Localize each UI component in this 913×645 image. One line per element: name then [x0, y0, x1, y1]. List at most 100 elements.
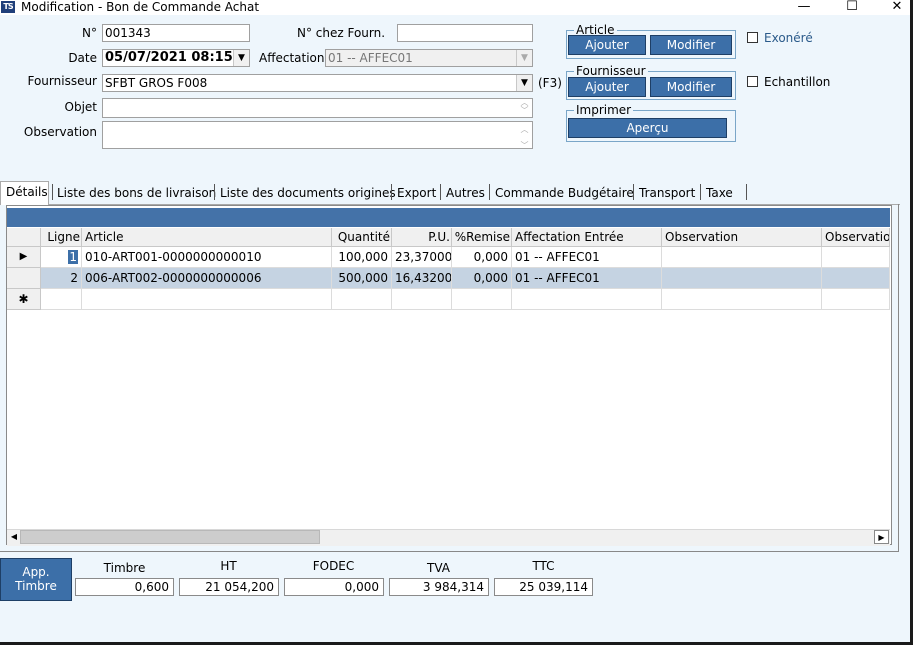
- tab-divider: [489, 184, 490, 200]
- fodec-label: FODEC: [312, 559, 355, 573]
- table-row[interactable]: 1: [41, 247, 82, 268]
- article-edit-button[interactable]: Modifier: [650, 35, 732, 55]
- tab-divider: [440, 184, 441, 200]
- cell-affectation[interactable]: 01 -- AFFEC01: [512, 268, 662, 289]
- cell-pu[interactable]: 23,37000: [392, 247, 452, 268]
- no-label: N°: [82, 26, 97, 40]
- new-row-cell[interactable]: [822, 289, 890, 310]
- tab-divider: [633, 184, 634, 200]
- col-affectation[interactable]: Affectation Entrée: [512, 228, 662, 247]
- tab-documents-origines[interactable]: Liste des documents origines: [220, 182, 396, 204]
- tab-autres[interactable]: Autres: [446, 182, 485, 204]
- tab-commande-budgetaire[interactable]: Commande Budgétaire: [495, 182, 634, 204]
- new-row-cell[interactable]: [82, 289, 332, 310]
- minimize-icon[interactable]: —: [789, 0, 819, 15]
- tab-divider: [214, 184, 215, 200]
- cell-ligne[interactable]: 1: [68, 250, 78, 264]
- no-fourn-label: N° chez Fourn.: [297, 26, 386, 40]
- objet-field[interactable]: ︿ ﹀: [102, 98, 533, 118]
- fournisseur-value: SFBT GROS F008: [105, 76, 208, 90]
- cell-article[interactable]: 006-ART002-0000000000006: [82, 268, 332, 289]
- col-observation-2[interactable]: Observation: [822, 228, 890, 247]
- tab-export[interactable]: Export: [397, 182, 436, 204]
- new-row-cell[interactable]: [392, 289, 452, 310]
- affectation-select: 01 -- AFFEC01 ▼: [325, 49, 533, 67]
- no-field[interactable]: 001343: [102, 24, 250, 42]
- col-article[interactable]: Article: [82, 228, 332, 247]
- ht-field: 21 054,200: [179, 578, 279, 596]
- timbre-field: 0,600: [75, 578, 174, 596]
- date-dropdown-icon[interactable]: ▼: [233, 50, 249, 66]
- maximize-icon[interactable]: ☐: [837, 0, 867, 15]
- new-row-cell[interactable]: [332, 289, 392, 310]
- affectation-dropdown-icon: ▼: [516, 50, 532, 66]
- tab-transport[interactable]: Transport: [639, 182, 695, 204]
- cell-observation[interactable]: [662, 268, 822, 289]
- cell-observation[interactable]: [662, 247, 822, 268]
- tva-field: 3 984,314: [389, 578, 489, 596]
- grid-corner: [7, 228, 41, 247]
- cell-quantite[interactable]: 100,000: [332, 247, 392, 268]
- observation-scroll-icon[interactable]: ︿ ﹀: [518, 126, 531, 149]
- window-title: Modification - Bon de Commande Achat: [21, 0, 260, 14]
- fodec-field: 0,000: [284, 578, 384, 596]
- cell-observation-2[interactable]: [822, 268, 890, 289]
- fournisseur-label: Fournisseur: [27, 74, 97, 88]
- exonere-checkbox[interactable]: [747, 32, 758, 43]
- date-field[interactable]: 05/07/2021 08:15: ▼: [102, 49, 250, 67]
- scroll-left-icon[interactable]: ◀: [8, 531, 20, 543]
- tab-details[interactable]: Détails: [6, 181, 48, 203]
- objet-scroll-icon[interactable]: ︿ ﹀: [518, 99, 531, 115]
- echantillon-label: Echantillon: [764, 75, 831, 89]
- objet-label: Objet: [64, 100, 97, 114]
- tab-bons-livraison[interactable]: Liste des bons de livraison: [57, 182, 216, 204]
- row-selector-icon[interactable]: ▶: [7, 247, 41, 268]
- observation-field[interactable]: ︿ ﹀: [102, 121, 533, 149]
- ttc-label: TTC: [532, 559, 555, 573]
- new-row-cell[interactable]: [662, 289, 822, 310]
- cell-quantite[interactable]: 500,000: [332, 268, 392, 289]
- affectation-label: Affectation: [259, 51, 325, 65]
- app-timbre-button[interactable]: App. Timbre: [0, 558, 72, 601]
- close-icon[interactable]: ✕: [882, 0, 912, 15]
- preview-button[interactable]: Aperçu: [568, 118, 727, 138]
- scroll-right-icon[interactable]: ▶: [874, 530, 889, 544]
- row-selector[interactable]: [7, 268, 41, 289]
- tab-divider: [700, 184, 701, 200]
- col-ligne[interactable]: Ligne: [41, 228, 82, 247]
- exonere-label: Exonéré: [764, 31, 813, 45]
- tab-taxe[interactable]: Taxe: [706, 182, 733, 204]
- tab-divider: [391, 184, 392, 200]
- fournisseur-group-label: Fournisseur: [574, 64, 648, 78]
- cell-observation-2[interactable]: [822, 247, 890, 268]
- echantillon-checkbox[interactable]: [747, 76, 758, 87]
- col-pu[interactable]: P.U.: [392, 228, 452, 247]
- col-observation[interactable]: Observation: [662, 228, 822, 247]
- cell-remise[interactable]: 0,000: [452, 247, 512, 268]
- grid-hscroll-thumb[interactable]: [20, 530, 320, 544]
- new-row-cell[interactable]: [452, 289, 512, 310]
- date-label: Date: [68, 51, 97, 65]
- cell-article[interactable]: 010-ART001-0000000000010: [82, 247, 332, 268]
- no-fourn-field[interactable]: [397, 24, 533, 42]
- fournisseur-edit-button[interactable]: Modifier: [650, 77, 732, 97]
- panel-border: [0, 551, 899, 552]
- fournisseur-select[interactable]: SFBT GROS F008 ▼: [102, 74, 533, 92]
- tva-label: TVA: [427, 561, 450, 575]
- fournisseur-add-button[interactable]: Ajouter: [568, 77, 646, 97]
- new-row-icon[interactable]: ✱: [7, 289, 41, 310]
- tab-divider: [52, 184, 53, 200]
- cell-ligne[interactable]: 2: [41, 268, 82, 289]
- fournisseur-dropdown-icon[interactable]: ▼: [516, 75, 532, 91]
- new-row-cell[interactable]: [41, 289, 82, 310]
- col-remise[interactable]: %Remise: [452, 228, 512, 247]
- date-value: 05/07/2021 08:15:: [105, 50, 238, 65]
- article-add-button[interactable]: Ajouter: [568, 35, 646, 55]
- new-row-cell[interactable]: [512, 289, 662, 310]
- cell-affectation[interactable]: 01 -- AFFEC01: [512, 247, 662, 268]
- app-logo-icon: TS: [1, 1, 15, 13]
- imprimer-group-label: Imprimer: [574, 103, 634, 117]
- cell-remise[interactable]: 0,000: [452, 268, 512, 289]
- col-quantite[interactable]: Quantité: [332, 228, 392, 247]
- cell-pu[interactable]: 16,43200: [392, 268, 452, 289]
